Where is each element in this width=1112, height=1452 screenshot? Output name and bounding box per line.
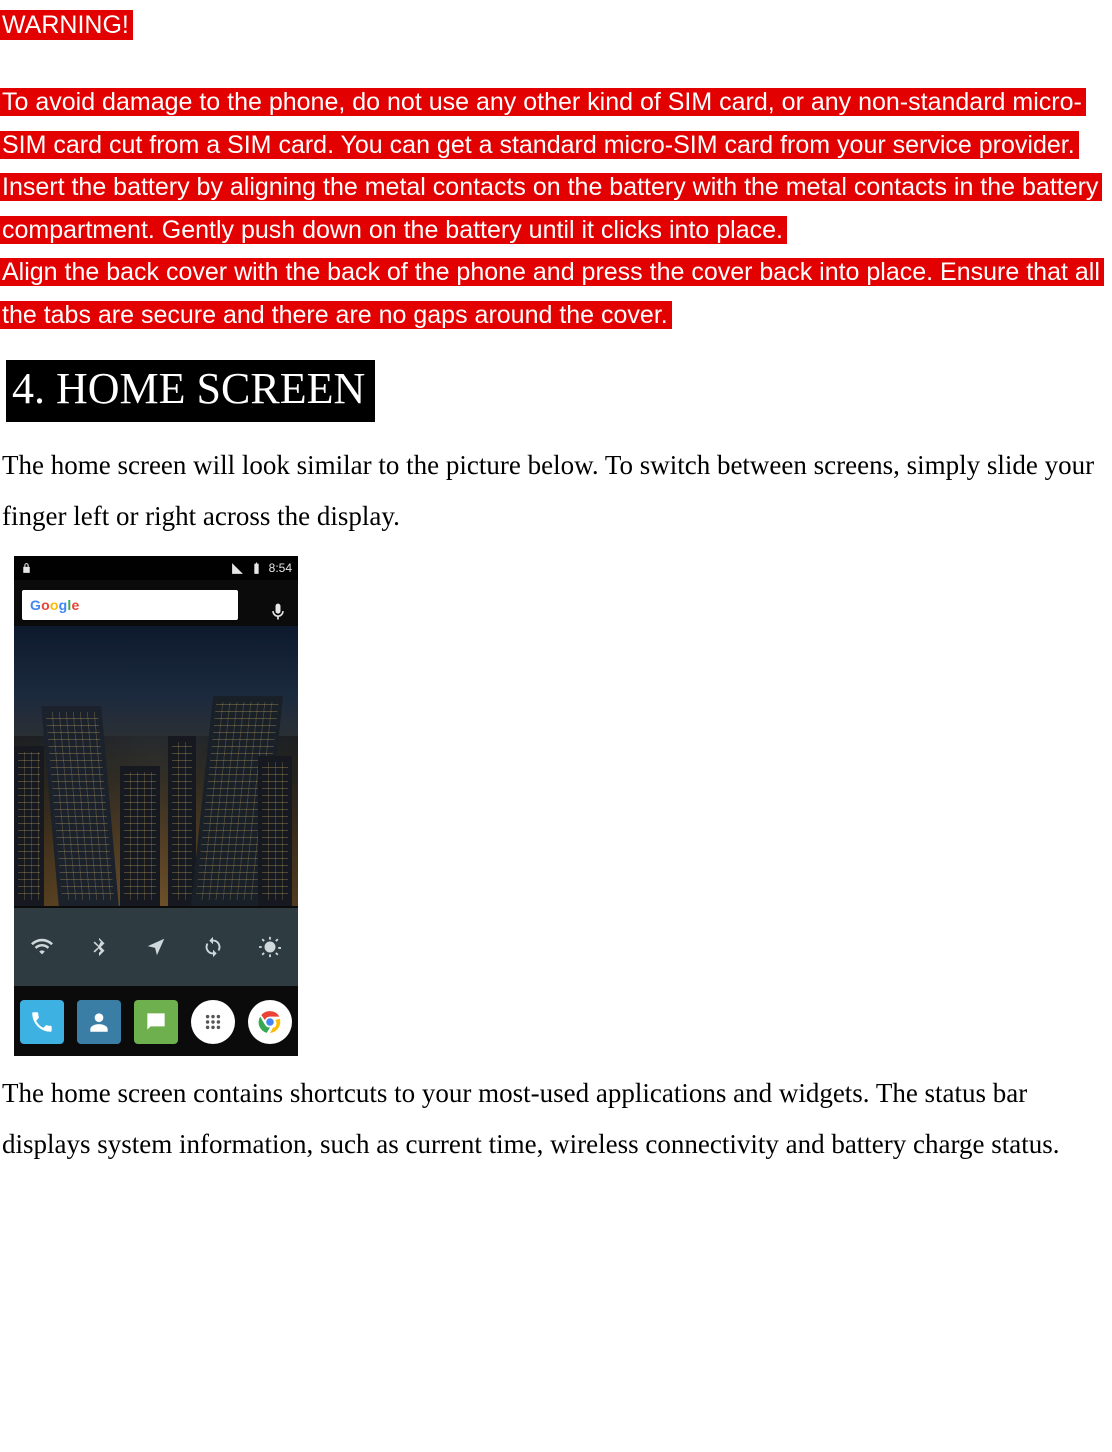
dock-app-all-apps[interactable] [184, 988, 241, 1056]
status-bar: 8:54 [14, 556, 298, 580]
messages-icon [143, 1009, 169, 1035]
lock-icon [20, 562, 33, 575]
toggle-bluetooth[interactable] [71, 908, 128, 986]
dock [14, 988, 298, 1056]
chrome-icon [257, 1009, 283, 1035]
dock-app-messages[interactable] [128, 988, 185, 1056]
warning-paragraph-1: To avoid damage to the phone, do not use… [0, 88, 1086, 159]
bluetooth-icon [88, 936, 110, 958]
all-apps-icon [200, 1009, 226, 1035]
body-paragraph-1: The home screen will look similar to the… [2, 440, 1096, 543]
dock-app-chrome[interactable] [241, 988, 298, 1056]
status-time: 8:54 [269, 557, 292, 580]
google-logo: Google [30, 592, 79, 619]
contacts-icon [86, 1009, 112, 1035]
wifi-icon [31, 936, 53, 958]
toggle-brightness[interactable] [241, 908, 298, 986]
search-bar[interactable]: Google [22, 590, 238, 620]
section-heading-text: 4. HOME SCREEN [6, 360, 375, 421]
mic-icon[interactable] [268, 592, 288, 618]
signal-icon [231, 562, 244, 575]
sync-icon [202, 936, 224, 958]
location-icon [145, 936, 167, 958]
phone-icon [29, 1009, 55, 1035]
quick-toggle-row [14, 908, 298, 986]
battery-icon [250, 562, 263, 575]
brightness-icon [259, 936, 281, 958]
toggle-location[interactable] [128, 908, 185, 986]
toggle-wifi[interactable] [14, 908, 71, 986]
warning-paragraph-2: Insert the battery by aligning the metal… [0, 173, 1102, 244]
dock-app-phone[interactable] [14, 988, 71, 1056]
warning-paragraph-3: Align the back cover with the back of th… [0, 258, 1104, 329]
dock-app-contacts[interactable] [71, 988, 128, 1056]
body-paragraph-2: The home screen contains shortcuts to yo… [2, 1068, 1096, 1171]
toggle-sync[interactable] [184, 908, 241, 986]
phone-screenshot: 8:54 Google [14, 556, 298, 1056]
warning-title: WARNING! [0, 10, 133, 40]
section-heading: 4. HOME SCREEN [6, 360, 1106, 421]
wallpaper-skyline [14, 626, 298, 906]
